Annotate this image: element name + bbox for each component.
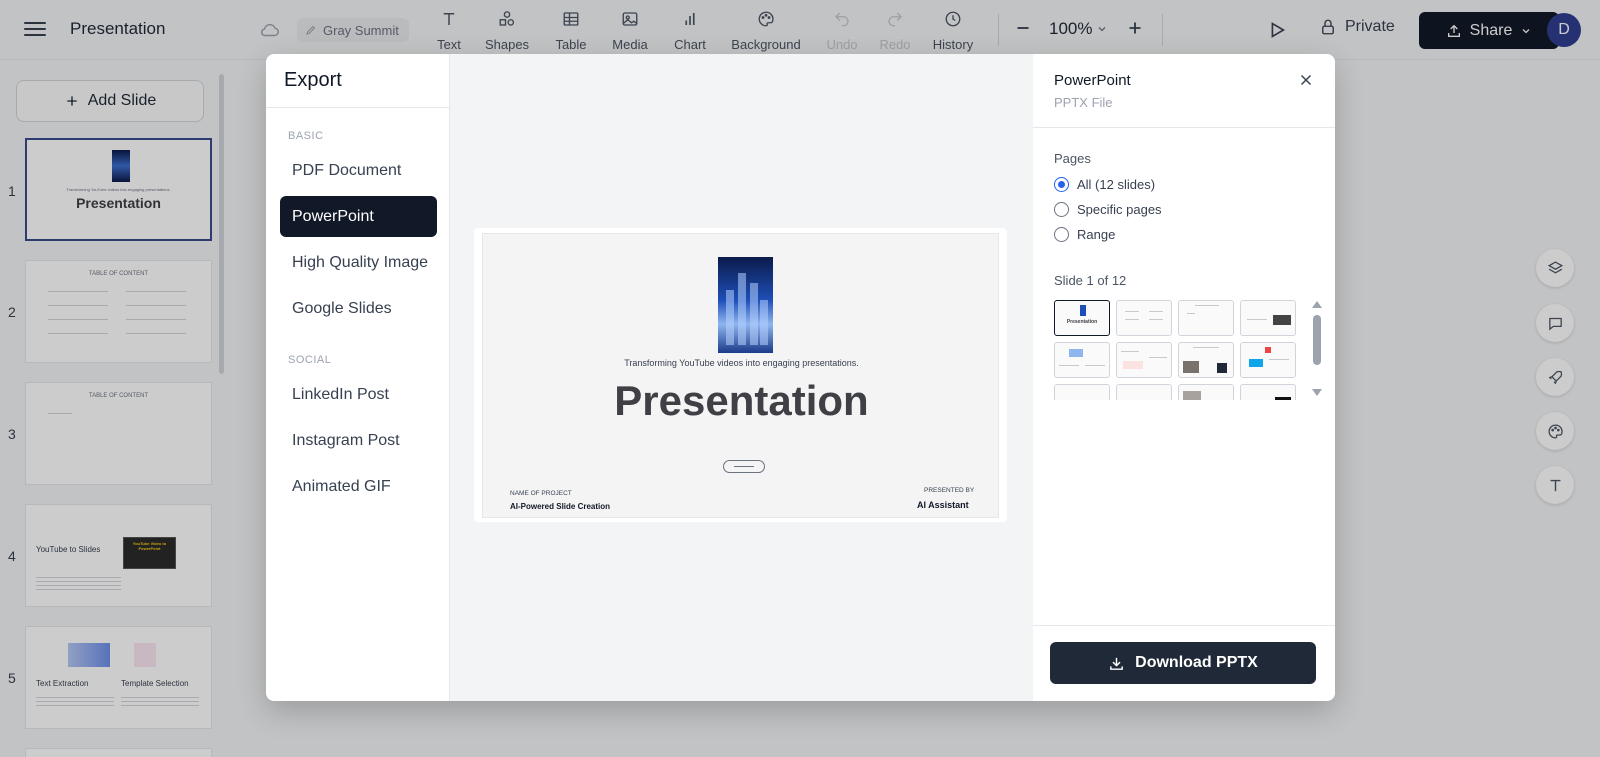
format-google-slides[interactable]: Google Slides	[280, 288, 437, 329]
divider	[1033, 625, 1335, 626]
export-format-list: Export BASIC PDF Document PowerPoint Hig…	[266, 54, 450, 701]
format-powerpoint[interactable]: PowerPoint	[280, 196, 437, 237]
mini-slide-6[interactable]	[1116, 342, 1172, 378]
mini-slide-3[interactable]	[1178, 300, 1234, 336]
close-icon[interactable]	[1297, 71, 1315, 89]
mini-slide-10[interactable]	[1116, 384, 1172, 400]
pages-option-specific[interactable]: Specific pages	[1054, 202, 1162, 217]
download-pptx-button[interactable]: Download PPTX	[1050, 642, 1316, 684]
section-label-social: SOCIAL	[288, 354, 332, 366]
radio-button[interactable]	[1054, 202, 1069, 217]
mini-slide-4[interactable]	[1240, 300, 1296, 336]
mini-slide-1[interactable]: Presentation	[1054, 300, 1110, 336]
preview-presenter-value: AI Assistant	[917, 500, 969, 510]
preview-title: Presentation	[614, 377, 869, 424]
divider	[266, 107, 450, 108]
option-label: All (12 slides)	[1077, 177, 1156, 192]
option-label: Range	[1077, 227, 1116, 242]
pages-option-all[interactable]: All (12 slides)	[1054, 177, 1155, 192]
scroll-down-arrow[interactable]	[1312, 389, 1322, 396]
divider	[1033, 127, 1335, 128]
mini-slide-7[interactable]	[1178, 342, 1234, 378]
dialog-title: Export	[284, 69, 342, 91]
mini-slide-9[interactable]	[1054, 384, 1110, 400]
format-image[interactable]: High Quality Image	[280, 242, 437, 283]
preview-subtitle: Transforming YouTube videos into engagin…	[624, 358, 859, 368]
format-subtitle: PPTX File	[1054, 95, 1113, 110]
slide-preview: Transforming YouTube videos into engagin…	[482, 233, 999, 518]
mini-slide-5[interactable]	[1054, 342, 1110, 378]
slide-counter: Slide 1 of 12	[1054, 273, 1127, 288]
mini-slide-8[interactable]	[1240, 342, 1296, 378]
format-instagram[interactable]: Instagram Post	[280, 420, 437, 461]
download-label: Download PPTX	[1135, 654, 1258, 671]
preview-project-label: NAME OF PROJECT	[510, 490, 572, 497]
preview-frame: Transforming YouTube videos into engagin…	[474, 228, 1007, 522]
format-pdf[interactable]: PDF Document	[280, 150, 437, 191]
mini-slide-2[interactable]	[1116, 300, 1172, 336]
export-settings-panel: PowerPoint PPTX File Pages All (12 slide…	[1033, 54, 1335, 701]
preview-arrow-pill	[723, 460, 765, 473]
export-dialog: Export BASIC PDF Document PowerPoint Hig…	[266, 54, 1335, 701]
export-preview-area: Transforming YouTube videos into engagin…	[450, 54, 1033, 701]
mini-slide-11[interactable]	[1178, 384, 1234, 400]
radio-button[interactable]	[1054, 227, 1069, 242]
scroll-up-arrow[interactable]	[1312, 301, 1322, 308]
slide-thumbnail-grid: Presentation	[1054, 300, 1304, 400]
radio-button[interactable]	[1054, 177, 1069, 192]
format-gif[interactable]: Animated GIF	[280, 466, 437, 507]
thumbnail-scrollbar[interactable]	[1313, 315, 1321, 365]
mini-slide-12[interactable]	[1240, 384, 1296, 400]
option-label: Specific pages	[1077, 202, 1162, 217]
download-icon	[1110, 657, 1124, 670]
preview-project-value: AI-Powered Slide Creation	[510, 502, 611, 511]
preview-image	[718, 257, 773, 353]
pages-label: Pages	[1054, 151, 1091, 166]
section-label-basic: BASIC	[288, 130, 324, 142]
preview-presenter-label: PRESENTED BY	[924, 487, 975, 494]
format-title: PowerPoint	[1054, 72, 1131, 89]
pages-option-range[interactable]: Range	[1054, 227, 1115, 242]
format-linkedin[interactable]: LinkedIn Post	[280, 374, 437, 415]
